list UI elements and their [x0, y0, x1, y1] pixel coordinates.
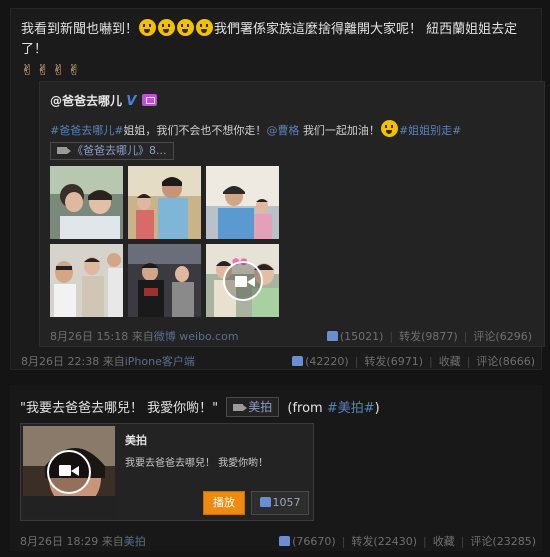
from-suffix: ) — [374, 401, 380, 416]
post-1-source-link[interactable]: iPhone客户端 — [125, 355, 195, 368]
thumbs-up-icon — [259, 497, 271, 507]
post-1-comment-label: 评论 — [476, 355, 499, 368]
post-2-actions: (76670) | 转发(22430) | 收藏 | 评论(23285) — [279, 533, 536, 549]
repost-comment-count: (6296) — [495, 330, 532, 343]
post-2-fav-button[interactable]: 收藏 — [433, 535, 455, 548]
post-2-repost-count: (22430) — [373, 535, 417, 548]
photo-4[interactable] — [50, 244, 123, 317]
victory-hand-icon: ✌ — [52, 61, 65, 79]
weibo-post-1: 我看到新聞也嚇到！ 我們署係家族這麼捨得離開大家呢！ 紐西蘭姐姐去定了！ ✌ ✌ ✌ ✌… — [10, 8, 545, 370]
repost-text-end: 我们一起加油！ — [302, 124, 380, 137]
member-badge-icon — [142, 94, 158, 106]
mention-link[interactable]: @曹格 — [266, 124, 299, 137]
from-prefix: (from — [287, 401, 323, 416]
meipai-link-label: 美拍 — [248, 400, 273, 414]
meipai-link[interactable]: 美拍 — [226, 397, 280, 417]
comment-label: 评论 — [473, 330, 496, 343]
repost-author-name[interactable]: @爸爸去哪儿 — [50, 94, 122, 108]
play-button[interactable]: 播放 — [203, 491, 245, 515]
post-1-meta: 8月26日 22:38 来自iPhone客户端 — [21, 353, 195, 369]
surprised-emoji-icon — [177, 19, 195, 36]
post-1-text: 我看到新聞也嚇到！ 我們署係家族這麼捨得離開大家呢！ 紐西蘭姐姐去定了！ ✌ ✌ ✌ ✌ — [21, 19, 531, 82]
post-1-like-button[interactable]: (42220) — [292, 355, 349, 368]
surprised-emoji-icon — [139, 19, 157, 36]
relieved-emoji-icon — [380, 120, 398, 137]
surprised-emoji-icon — [158, 19, 176, 36]
repost-time[interactable]: 8月26日 15:18 — [50, 330, 128, 343]
thumbs-up-icon — [326, 331, 338, 341]
repost-like-button[interactable]: (15021) — [326, 330, 384, 343]
photo-2[interactable] — [128, 166, 201, 239]
video-camera-icon — [57, 147, 71, 154]
meipai-like-count: 1057 — [272, 496, 301, 509]
meipai-hashtag-link[interactable]: #美拍# — [327, 401, 375, 416]
post-2-like-count: (76670) — [292, 535, 336, 548]
post-1-source-prefix: 来自 — [102, 355, 125, 368]
post-1-repost-label: 转发 — [364, 355, 387, 368]
post-2-comment-count: (23285) — [492, 535, 536, 548]
video-camera-icon — [233, 404, 248, 411]
post-1-like-count: (42220) — [305, 355, 349, 368]
hashtag2-link[interactable]: #姐姐别走# — [399, 124, 461, 137]
meipai-card-title[interactable]: 美拍 — [125, 432, 147, 448]
repost-text-mid: 姐姐，我们不会也不想你走！ — [123, 124, 267, 137]
post-1-comment-count: (8666) — [498, 355, 535, 368]
repost-like-count: (15021) — [339, 330, 384, 343]
verified-v-icon: V — [126, 94, 137, 109]
post-2-like-button[interactable]: (76670) — [279, 535, 336, 548]
victory-hand-icon: ✌ — [67, 61, 81, 79]
repost-label: 转发 — [399, 330, 422, 343]
repost-text: #爸爸去哪儿#姐姐，我们不会也不想你走！@曹格 我们一起加油！ #姐姐别走# 《爸… — [50, 120, 530, 160]
reposted-weibo: @爸爸去哪儿 V #爸爸去哪儿#姐姐，我们不会也不想你走！@曹格 我们一起加油！… — [39, 81, 545, 347]
post-1-repost-count: (6971) — [386, 355, 423, 368]
post-2-repost-label: 转发 — [351, 535, 374, 548]
repost-source-link[interactable]: 微博 weibo.com — [154, 330, 239, 343]
surprised-emoji-icon — [196, 19, 214, 36]
post-2-comment-label: 评论 — [470, 535, 493, 548]
hashtag-link[interactable]: #爸爸去哪儿# — [50, 124, 123, 137]
repost-comment-button[interactable]: 评论(6296) — [473, 330, 532, 343]
repost-repost-count: (9877) — [421, 330, 458, 343]
repost-repost-button[interactable]: 转发(9877) — [399, 330, 458, 343]
post-1-repost-button[interactable]: 转发(6971) — [364, 355, 423, 368]
post-1-time[interactable]: 8月26日 22:38 — [21, 355, 99, 368]
video-link-label: 《爸爸去哪儿》8... — [72, 144, 167, 157]
meipai-card: 美拍 我要去爸爸去哪兒！ 我愛你喲！ 播放 1057 — [20, 423, 314, 521]
victory-hand-icon: ✌ — [36, 61, 50, 79]
post-1-text-a: 我看到新聞也嚇到！ — [21, 22, 139, 37]
post-1-actions: (42220) | 转发(6971) | 收藏 | 评论(8666) — [292, 353, 535, 369]
post-1-fav-button[interactable]: 收藏 — [439, 355, 461, 368]
repost-author[interactable]: @爸爸去哪儿 V — [50, 92, 158, 109]
post-1-comment-button[interactable]: 评论(8666) — [476, 355, 535, 368]
post-2-meta: 8月26日 18:29 来自美拍 — [20, 533, 146, 549]
post-2-comment-button[interactable]: 评论(23285) — [470, 535, 536, 548]
thumbs-up-icon — [292, 356, 304, 366]
photo-3[interactable] — [206, 166, 279, 239]
repost-actions: (15021) | 转发(9877) | 评论(6296) — [326, 328, 532, 344]
meipai-video-thumbnail[interactable] — [23, 426, 115, 518]
post-2-repost-button[interactable]: 转发(22430) — [351, 535, 417, 548]
victory-hand-icon: ✌ — [21, 61, 34, 79]
post-2-quote: "我要去爸爸去哪兒！ 我愛你喲！" — [20, 401, 219, 416]
video-link[interactable]: 《爸爸去哪儿》8... — [50, 142, 174, 160]
post-2-source-prefix: 来自 — [101, 535, 124, 548]
thumbs-up-icon — [279, 536, 291, 546]
repost-source-prefix: 来自 — [131, 330, 154, 343]
weibo-post-2: "我要去爸爸去哪兒！ 我愛你喲！" 美拍 (from #美拍#) 美拍 我要去爸… — [10, 385, 542, 551]
photo-5[interactable] — [128, 244, 201, 317]
post-2-time[interactable]: 8月26日 18:29 — [20, 535, 98, 548]
meipai-card-desc: 我要去爸爸去哪兒！ 我愛你喲！ — [125, 458, 269, 469]
photo-6-video[interactable]: ●● — [206, 244, 279, 317]
repost-meta: 8月26日 15:18 来自微博 weibo.com — [50, 328, 239, 344]
video-play-icon[interactable] — [47, 450, 91, 494]
meipai-like-button[interactable]: 1057 — [251, 491, 309, 515]
post-2-source-link[interactable]: 美拍 — [124, 535, 146, 548]
post-2-text: "我要去爸爸去哪兒！ 我愛你喲！" 美拍 (from #美拍#) — [20, 397, 380, 417]
photo-1[interactable] — [50, 166, 123, 239]
video-play-icon[interactable] — [222, 260, 263, 301]
